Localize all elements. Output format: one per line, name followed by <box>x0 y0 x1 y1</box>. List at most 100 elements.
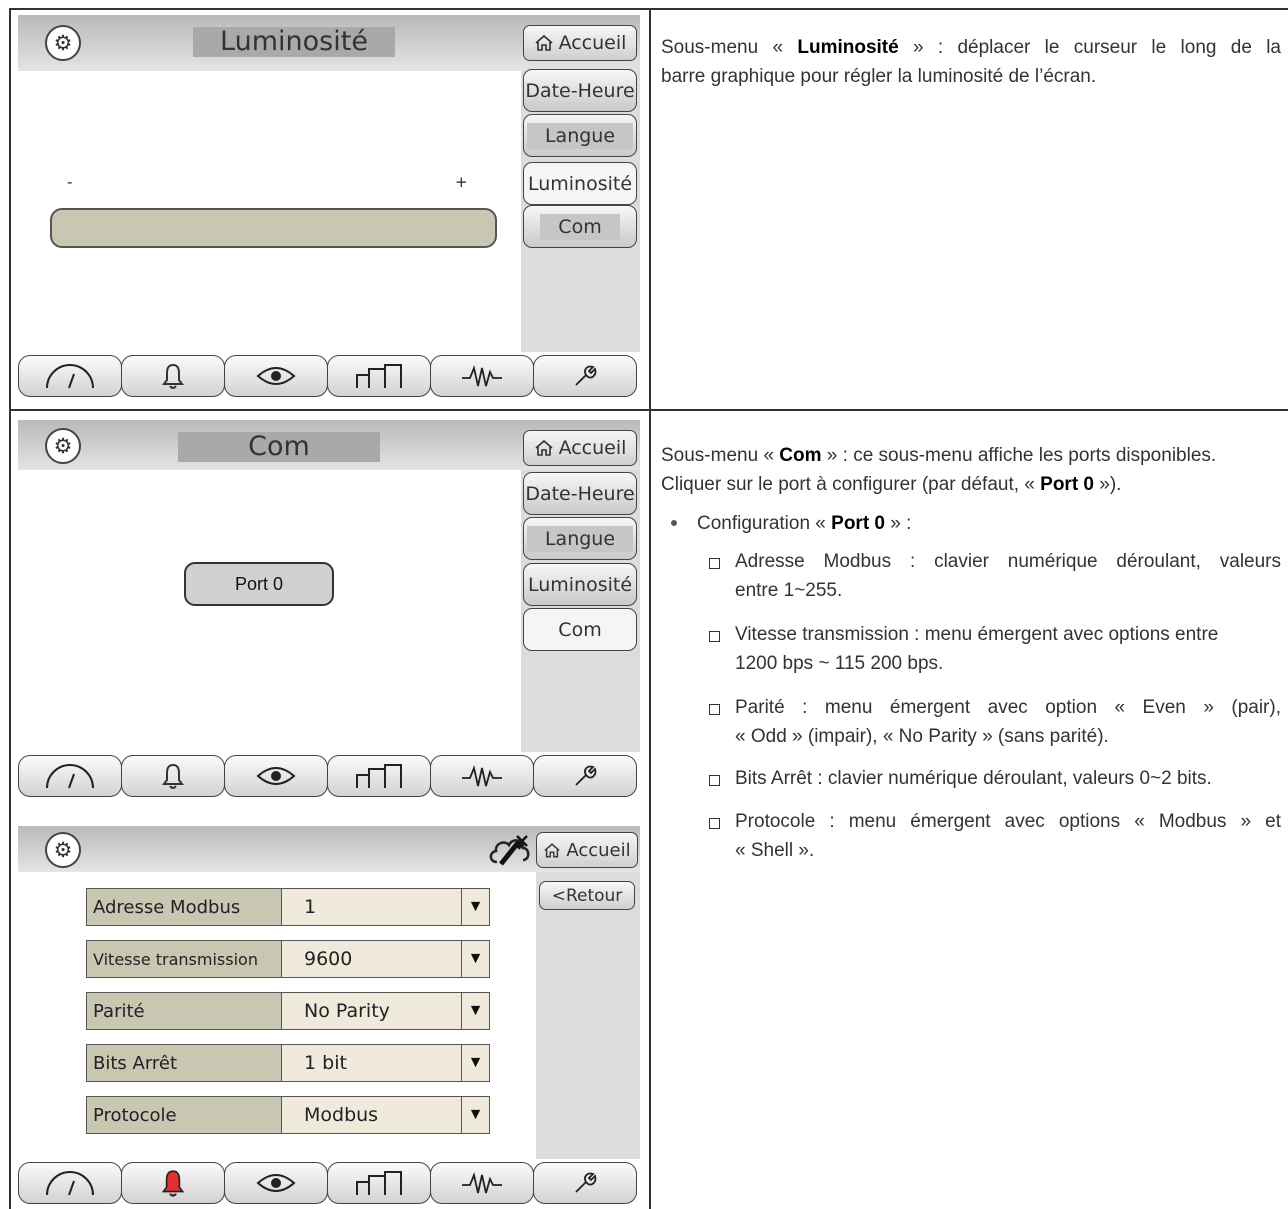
back-button[interactable]: <Retour <box>539 881 635 910</box>
text-line2: barre graphique pour régler la luminosit… <box>661 66 1097 87</box>
home-icon <box>535 439 553 456</box>
checkbox-square-icon <box>709 558 720 569</box>
dropdown-arrow-icon[interactable]: ▼ <box>461 889 489 925</box>
tab-settings[interactable] <box>533 355 637 397</box>
wave-icon <box>462 364 502 387</box>
tab-view[interactable] <box>224 755 328 797</box>
home-icon <box>544 842 561 858</box>
grid-line-left <box>9 8 11 1209</box>
menu-com[interactable]: Com <box>523 205 637 248</box>
item-line: entre 1~255. <box>735 580 843 601</box>
cloud-disconnected-icon <box>489 835 530 866</box>
menu-langue[interactable]: Langue <box>523 114 637 157</box>
tab-signal[interactable] <box>430 1162 534 1204</box>
field-vitesse-transmission[interactable]: Vitesse transmission 9600 ▼ <box>86 940 490 978</box>
tab-settings[interactable] <box>533 755 637 797</box>
field-value: 1 <box>304 896 317 918</box>
item-line: Protocole : menu émergent avec options «… <box>735 811 1281 832</box>
text-pre: Sous-menu « <box>661 37 798 58</box>
field-value: No Parity <box>304 1000 390 1022</box>
text-bold-luminosite: Luminosité <box>797 37 899 58</box>
item-line: Bits Arrêt : clavier numérique déroulant… <box>735 768 1212 789</box>
tab-alarm[interactable] <box>121 355 225 397</box>
home-button[interactable]: Accueil <box>536 832 638 868</box>
gauge-icon <box>46 764 94 789</box>
settings-gear-icon[interactable]: ⚙ <box>45 25 81 61</box>
bottom-tab-bar <box>18 752 640 800</box>
wrench-icon <box>575 1172 597 1193</box>
text-b1c: » : <box>885 513 912 534</box>
dropdown-arrow-icon[interactable]: ▼ <box>461 1045 489 1081</box>
tab-alarm[interactable] <box>121 1162 225 1204</box>
field-value: 1 bit <box>304 1052 347 1074</box>
port-0-button[interactable]: Port 0 <box>184 562 334 606</box>
field-label: Protocole <box>87 1097 282 1133</box>
menu-langue-label: Langue <box>526 525 634 552</box>
menu-luminosite[interactable]: Luminosité <box>523 563 637 606</box>
menu-com[interactable]: Com <box>523 608 637 651</box>
item-line: « Odd » (impair), « No Parity » (sans pa… <box>735 726 1109 747</box>
checkbox-square-icon <box>709 775 720 786</box>
tab-stats[interactable] <box>327 1162 431 1204</box>
menu-date-heure[interactable]: Date-Heure <box>523 472 637 515</box>
bars-icon <box>356 764 402 788</box>
field-label: Bits Arrêt <box>87 1045 282 1081</box>
tab-view[interactable] <box>224 1162 328 1204</box>
text-b1a: Configuration « <box>697 513 832 534</box>
text-p2a: Cliquer sur le port à configurer (par dé… <box>661 474 1041 495</box>
field-label: Adresse Modbus <box>87 889 282 925</box>
brightness-plus-label: + <box>455 173 468 191</box>
back-label: <Retour <box>551 885 623 906</box>
text-bold-port0: Port 0 <box>1040 474 1094 495</box>
dropdown-arrow-icon[interactable]: ▼ <box>461 993 489 1029</box>
menu-luminosite[interactable]: Luminosité <box>523 162 637 205</box>
tab-gauge[interactable] <box>18 755 122 797</box>
screen-title: Luminosité <box>193 27 395 57</box>
brightness-slider[interactable] <box>50 208 497 248</box>
field-label: Parité <box>87 993 282 1029</box>
screen-port-config: ⚙ Accueil <Retour Adresse Modbus 1 ▼ Vit… <box>18 826 640 1209</box>
checkbox-square-icon <box>709 818 720 829</box>
tab-view[interactable] <box>224 355 328 397</box>
tab-gauge[interactable] <box>18 355 122 397</box>
wave-icon <box>462 1171 502 1194</box>
text-bold-com: Com <box>779 445 822 466</box>
settings-gear-icon[interactable]: ⚙ <box>45 428 81 464</box>
item-line: 1200 bps ~ 115 200 bps. <box>735 653 944 674</box>
item-line: Vitesse transmission : menu émergent ave… <box>735 624 1219 645</box>
dropdown-arrow-icon[interactable]: ▼ <box>461 941 489 977</box>
item-parite: Parité : menu émergent avec option « Eve… <box>735 693 1281 751</box>
home-button[interactable]: Accueil <box>523 430 637 466</box>
tab-settings[interactable] <box>533 1162 637 1204</box>
field-protocole[interactable]: Protocole Modbus ▼ <box>86 1096 490 1134</box>
text-p1a: Sous-menu « <box>661 445 780 466</box>
field-bits-arret[interactable]: Bits Arrêt 1 bit ▼ <box>86 1044 490 1082</box>
checkbox-square-icon <box>709 631 720 642</box>
screen-title: Com <box>178 432 380 462</box>
field-adresse-modbus[interactable]: Adresse Modbus 1 ▼ <box>86 888 490 926</box>
field-parite[interactable]: Parité No Parity ▼ <box>86 992 490 1030</box>
tab-alarm[interactable] <box>121 755 225 797</box>
tab-stats[interactable] <box>327 755 431 797</box>
field-value: Modbus <box>304 1104 379 1126</box>
menu-date-heure[interactable]: Date-Heure <box>523 69 637 112</box>
bottom-tab-bar <box>18 352 640 400</box>
tab-gauge[interactable] <box>18 1162 122 1204</box>
menu-langue[interactable]: Langue <box>523 517 637 560</box>
text-post: » : déplacer le curseur le long de la <box>898 37 1281 58</box>
menu-luminosite-label: Luminosité <box>527 573 633 596</box>
settings-gear-icon[interactable]: ⚙ <box>45 832 81 868</box>
brightness-minus-label: - <box>67 173 73 191</box>
bullet-icon <box>671 520 677 526</box>
dropdown-arrow-icon[interactable]: ▼ <box>461 1097 489 1133</box>
tab-signal[interactable] <box>430 355 534 397</box>
menu-column <box>536 872 640 1159</box>
tab-stats[interactable] <box>327 355 431 397</box>
home-button[interactable]: Accueil <box>523 25 637 61</box>
tab-signal[interactable] <box>430 755 534 797</box>
menu-com-label: Com <box>558 618 602 641</box>
wrench-icon <box>575 765 597 786</box>
item-protocole: Protocole : menu émergent avec options «… <box>735 807 1281 865</box>
screen-com: ⚙ Com Accueil Date-Heure Langue Luminosi… <box>18 420 640 800</box>
home-label: Accueil <box>558 32 627 54</box>
